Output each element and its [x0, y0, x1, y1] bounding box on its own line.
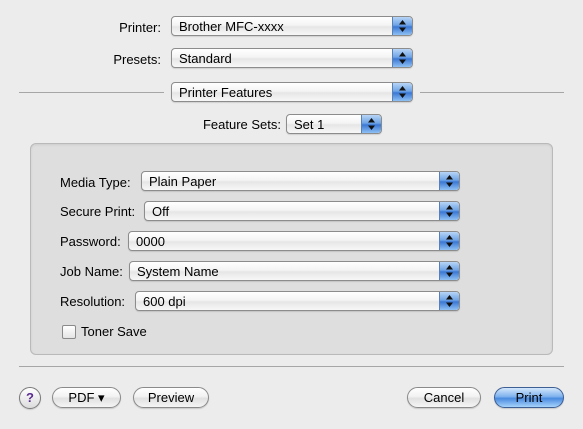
password-value: 0000 — [136, 234, 165, 249]
toner-save-checkbox[interactable] — [62, 325, 76, 339]
print-button[interactable]: Print — [494, 387, 564, 408]
printer-popup[interactable]: Brother MFC-xxxx — [171, 16, 413, 36]
media-type-value: Plain Paper — [149, 174, 217, 189]
job-name-label: Job Name: — [60, 264, 123, 279]
password-label: Password: — [60, 234, 121, 249]
resolution-label: Resolution: — [60, 294, 126, 309]
feature-sets-value: Set 1 — [294, 117, 325, 132]
resolution-value: 600 dpi — [143, 294, 186, 309]
separator-right — [420, 92, 564, 93]
secure-print-value: Off — [152, 204, 170, 219]
presets-label: Presets: — [113, 52, 161, 67]
feature-sets-popup[interactable]: Set 1 — [286, 114, 382, 134]
footer-separator — [19, 366, 564, 367]
preview-button[interactable]: Preview — [133, 387, 209, 408]
up-down-arrows-icon — [439, 172, 459, 190]
up-down-arrows-icon — [439, 202, 459, 220]
printer-label: Printer: — [119, 20, 161, 35]
up-down-arrows-icon — [392, 49, 412, 67]
presets-value: Standard — [179, 51, 232, 66]
resolution-popup[interactable]: 600 dpi — [135, 291, 460, 311]
secure-print-popup[interactable]: Off — [144, 201, 460, 221]
toner-save-label: Toner Save — [81, 324, 147, 339]
feature-sets-label: Feature Sets: — [202, 117, 281, 132]
job-name-popup[interactable]: System Name — [129, 261, 460, 281]
separator-left — [19, 92, 164, 93]
pdf-button[interactable]: PDF ▾ — [52, 387, 121, 408]
job-name-value: System Name — [137, 264, 219, 279]
media-type-label: Media Type: — [60, 175, 131, 190]
cancel-button[interactable]: Cancel — [407, 387, 481, 408]
presets-popup[interactable]: Standard — [171, 48, 413, 68]
secure-print-label: Secure Print: — [60, 204, 136, 219]
up-down-arrows-icon — [439, 292, 459, 310]
up-down-arrows-icon — [439, 232, 459, 250]
pane-value: Printer Features — [179, 85, 273, 100]
pane-popup[interactable]: Printer Features — [171, 82, 413, 102]
up-down-arrows-icon — [361, 115, 381, 133]
up-down-arrows-icon — [439, 262, 459, 280]
help-icon[interactable]: ? — [19, 387, 41, 409]
media-type-popup[interactable]: Plain Paper — [141, 171, 460, 191]
printer-value: Brother MFC-xxxx — [179, 19, 284, 34]
password-popup[interactable]: 0000 — [128, 231, 460, 251]
up-down-arrows-icon — [392, 17, 412, 35]
up-down-arrows-icon — [392, 83, 412, 101]
